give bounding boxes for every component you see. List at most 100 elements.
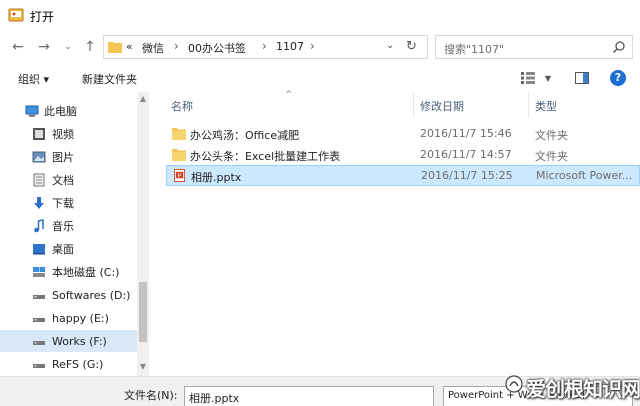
nav-label: Works (F:) <box>52 334 107 348</box>
file-name: 办公鸡汤：Office减肥 <box>190 129 300 142</box>
file-row[interactable]: P 相册.pptx 2016/11/7 15:25 Microsoft Powe… <box>166 165 640 186</box>
file-name-field[interactable]: 相册.pptx <box>184 386 434 406</box>
nav-scrollbar[interactable]: ▲ ▼ <box>137 92 149 376</box>
desktop-icon <box>33 244 45 255</box>
watermark-logo-icon <box>505 375 523 393</box>
nav-item-drive-g[interactable]: ReFS (G:) <box>0 353 140 375</box>
file-list: ^ 名称 修改日期 类型 办公鸡汤：Office减肥 2016/11/7 15:… <box>160 90 640 376</box>
breadcrumb-chevron-icon[interactable]: › <box>310 39 315 53</box>
nav-label: 此电脑 <box>44 105 77 118</box>
view-dropdown-icon[interactable]: ▼ <box>542 69 554 87</box>
nav-label: 文档 <box>52 174 74 187</box>
nav-item-this-pc[interactable]: 此电脑 <box>0 100 140 122</box>
nav-label: 音乐 <box>52 220 74 233</box>
file-name: 办公头条：Excel批量建工作表 <box>190 150 341 163</box>
drive-icon <box>33 341 45 345</box>
recent-chevron-icon[interactable]: ⌄ <box>58 37 78 57</box>
organize-button[interactable]: 组织 ▾ <box>18 71 49 87</box>
nav-item-pictures[interactable]: 图片 <box>0 146 140 168</box>
nav-label: 视频 <box>52 128 74 141</box>
breadcrumb-chevron-icon[interactable]: › <box>262 39 267 53</box>
drive-icon <box>33 364 45 368</box>
address-row: ← → ⌄ ↑ « 微信 › 00办公书签 › 1107 › ⌄ ↻ 搜索"11… <box>0 30 640 64</box>
new-folder-button[interactable]: 新建文件夹 <box>82 71 137 87</box>
nav-label: happy (E:) <box>52 311 109 325</box>
column-header-name[interactable]: 名称 <box>171 98 193 114</box>
watermark-text: 爱创根知识网 <box>526 377 640 401</box>
folder-icon <box>172 128 186 140</box>
file-date: 2016/11/7 15:25 <box>421 169 513 182</box>
pc-icon <box>25 105 39 117</box>
breadcrumb-item[interactable]: 00办公书签 <box>188 40 246 56</box>
address-dropdown-icon[interactable]: ⌄ <box>386 40 394 51</box>
download-icon <box>34 197 44 209</box>
breadcrumb-item[interactable]: 1107 <box>276 40 304 53</box>
file-type: 文件夹 <box>535 150 568 163</box>
sort-ascending-icon: ^ <box>285 90 293 100</box>
drive-icon <box>33 267 45 277</box>
navigation-pane: 此电脑 视频 图片 文档 下载 音乐 桌面 本地磁盘 (C:) Software… <box>0 92 150 376</box>
column-header-date[interactable]: 修改日期 <box>420 98 464 114</box>
pictures-icon <box>32 151 46 163</box>
nav-item-drive-f[interactable]: Works (F:) <box>0 330 140 352</box>
help-icon[interactable]: ? <box>610 70 626 86</box>
file-row[interactable]: 办公头条：Excel批量建工作表 2016/11/7 14:57 文件夹 <box>166 145 640 166</box>
file-name-label: 文件名(N): <box>124 389 178 402</box>
command-bar: 组织 ▾ 新建文件夹 ▼ ? <box>0 64 640 92</box>
forward-arrow-icon[interactable]: → <box>34 37 54 57</box>
file-date: 2016/11/7 15:46 <box>420 127 512 140</box>
music-icon <box>34 219 44 233</box>
search-placeholder: 搜索"1107" <box>444 43 505 56</box>
view-options-icon[interactable] <box>520 69 536 87</box>
nav-item-drive-e[interactable]: happy (E:) <box>0 307 140 329</box>
scrollbar-thumb[interactable] <box>139 282 147 342</box>
nav-item-documents[interactable]: 文档 <box>0 169 140 191</box>
nav-item-videos[interactable]: 视频 <box>0 123 140 145</box>
refresh-icon[interactable]: ↻ <box>406 39 417 54</box>
scroll-down-icon[interactable]: ▼ <box>137 362 149 371</box>
file-type: Microsoft Power... <box>536 169 633 182</box>
drive-icon <box>33 318 45 322</box>
file-name: 相册.pptx <box>191 171 242 184</box>
app-icon <box>8 8 24 22</box>
nav-label: Softwares (D:) <box>52 288 131 302</box>
scroll-up-icon[interactable]: ▲ <box>137 94 149 103</box>
breadcrumb-overflow[interactable]: « <box>126 40 133 53</box>
nav-item-drive-d[interactable]: Softwares (D:) <box>0 284 140 306</box>
nav-label: 桌面 <box>52 243 74 256</box>
pptx-icon: P <box>173 169 186 182</box>
svg-text:P: P <box>177 173 181 179</box>
title-bar: 打开 <box>0 0 640 30</box>
up-arrow-icon[interactable]: ↑ <box>80 37 100 57</box>
file-type: 文件夹 <box>535 129 568 142</box>
nav-label: 下载 <box>52 197 74 210</box>
watermark: 爱创根知识网 <box>504 370 640 401</box>
nav-item-downloads[interactable]: 下载 <box>0 192 140 214</box>
preview-pane-icon[interactable] <box>574 69 590 87</box>
nav-item-drive-c[interactable]: 本地磁盘 (C:) <box>0 261 140 283</box>
breadcrumb-item[interactable]: 微信 <box>142 40 164 56</box>
open-dialog: 打开 ← → ⌄ ↑ « 微信 › 00办公书签 › 1107 › ⌄ ↻ 搜索… <box>0 0 640 406</box>
folder-icon <box>172 149 186 161</box>
search-icon[interactable] <box>612 40 626 54</box>
nav-label: 本地磁盘 (C:) <box>52 266 120 279</box>
file-date: 2016/11/7 14:57 <box>420 148 512 161</box>
column-divider[interactable] <box>528 92 529 118</box>
folder-icon <box>108 42 122 53</box>
nav-label: ReFS (G:) <box>52 357 104 371</box>
search-input[interactable]: 搜索"1107" <box>435 35 633 59</box>
nav-item-music[interactable]: 音乐 <box>0 215 140 237</box>
address-bar[interactable]: « 微信 › 00办公书签 › 1107 › ⌄ ↻ <box>103 35 428 59</box>
nav-item-desktop[interactable]: 桌面 <box>0 238 140 260</box>
nav-label: 图片 <box>52 151 74 164</box>
file-name-value: 相册.pptx <box>189 392 240 405</box>
column-divider[interactable] <box>413 92 414 118</box>
back-arrow-icon[interactable]: ← <box>8 37 28 57</box>
video-icon <box>33 128 45 140</box>
breadcrumb-chevron-icon[interactable]: › <box>174 39 179 53</box>
file-row[interactable]: 办公鸡汤：Office减肥 2016/11/7 15:46 文件夹 <box>166 124 640 145</box>
documents-icon <box>33 173 45 187</box>
drive-icon <box>33 295 45 299</box>
window-title: 打开 <box>30 10 55 24</box>
column-header-type[interactable]: 类型 <box>535 98 557 114</box>
